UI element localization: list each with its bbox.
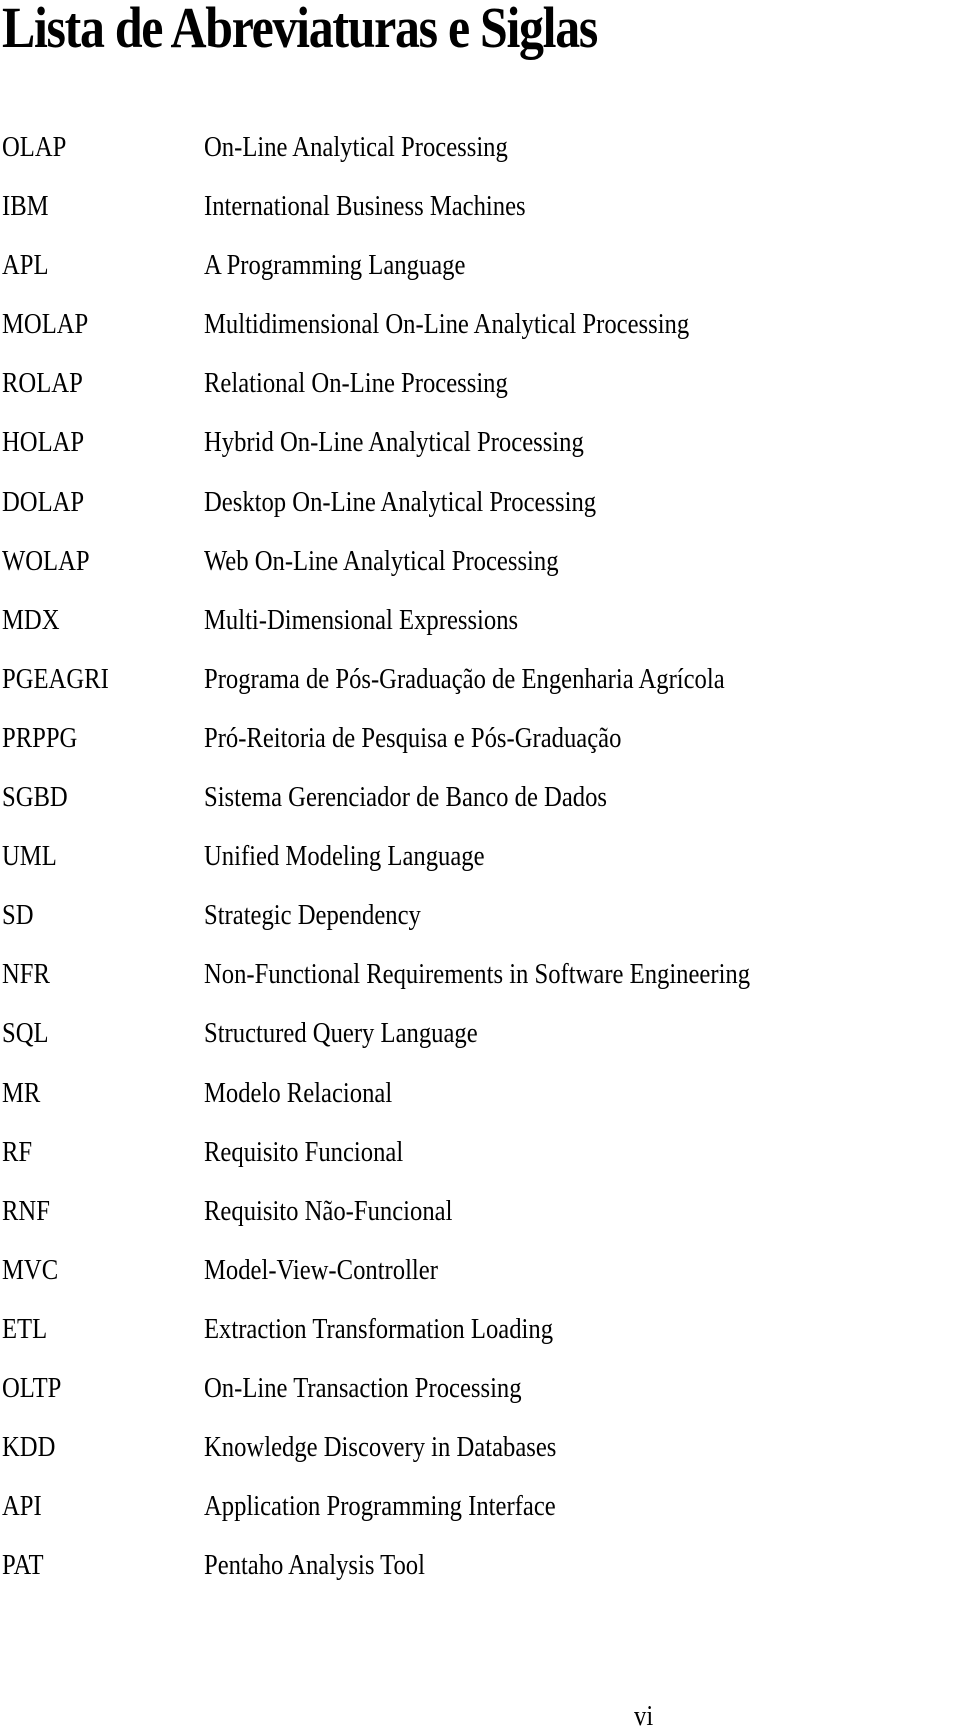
abbreviation-row: IBM International Business Machines xyxy=(0,190,960,249)
abbreviation-acronym: MDX xyxy=(2,604,60,636)
abbreviation-meaning: Multi-Dimensional Expressions xyxy=(204,604,519,636)
abbreviation-meaning: International Business Machines xyxy=(204,191,526,223)
abbreviation-acronym: UML xyxy=(2,841,57,873)
abbreviation-acronym: RF xyxy=(2,1136,33,1168)
abbreviation-meaning: Requisito Funcional xyxy=(204,1136,404,1168)
abbreviation-acronym: MR xyxy=(2,1077,41,1109)
abbreviation-acronym: RNF xyxy=(2,1195,50,1227)
abbreviation-row: ROLAP Relational On-Line Processing xyxy=(0,367,960,426)
abbreviation-meaning: Knowledge Discovery in Databases xyxy=(204,1432,557,1464)
abbreviation-meaning: Desktop On-Line Analytical Processing xyxy=(204,486,597,518)
abbreviation-row: MOLAP Multidimensional On-Line Analytical… xyxy=(0,308,960,367)
abbreviation-acronym: PGEAGRI xyxy=(2,663,109,695)
abbreviation-row: OLAP On-Line Analytical Processing xyxy=(0,131,960,190)
abbreviation-row: APL A Programming Language xyxy=(0,249,960,308)
abbreviation-meaning: Multidimensional On-Line Analytical Proc… xyxy=(204,309,690,341)
abbreviation-meaning: Hybrid On-Line Analytical Processing xyxy=(204,427,584,459)
abbreviation-row: NFR Non-Functional Requirements in Softwa… xyxy=(0,958,960,1017)
abbreviation-row: SQL Structured Query Language xyxy=(0,1017,960,1076)
abbreviation-row: MDX Multi-Dimensional Expressions xyxy=(0,604,960,663)
abbreviation-meaning: On-Line Analytical Processing xyxy=(204,132,508,163)
abbreviation-meaning: Unified Modeling Language xyxy=(204,841,485,873)
abbreviation-row: RNF Requisito Não-Funcional xyxy=(0,1195,960,1254)
abbreviation-acronym: SQL xyxy=(2,1018,49,1050)
abbreviation-row: WOLAP Web On-Line Analytical Processing xyxy=(0,545,960,604)
abbreviation-row: PRPPG Pró-Reitoria de Pesquisa e Pós-Grad… xyxy=(0,722,960,781)
abbreviation-row: KDD Knowledge Discovery in Databases xyxy=(0,1431,960,1490)
abbreviation-meaning: Sistema Gerenciador de Banco de Dados xyxy=(204,782,607,814)
abbreviation-meaning: A Programming Language xyxy=(204,250,466,282)
abbreviation-acronym: MVC xyxy=(2,1254,59,1286)
abbreviation-meaning: Non-Functional Requirements in Software … xyxy=(204,959,751,991)
abbreviation-row: MVC Model-View-Controller xyxy=(0,1254,960,1313)
abbreviation-meaning: Requisito Não-Funcional xyxy=(204,1195,453,1227)
abbreviation-acronym: MOLAP xyxy=(2,309,89,341)
abbreviation-acronym: PAT xyxy=(2,1550,44,1582)
abbreviation-row: ETL Extraction Transformation Loading xyxy=(0,1313,960,1372)
abbreviation-acronym: KDD xyxy=(2,1432,56,1464)
abbreviation-acronym: NFR xyxy=(2,959,50,991)
abbreviation-row: OLTP On-Line Transaction Processing xyxy=(0,1372,960,1431)
abbreviation-row: HOLAP Hybrid On-Line Analytical Processin… xyxy=(0,426,960,485)
abbreviation-acronym: OLTP xyxy=(2,1372,62,1404)
abbreviation-meaning: Relational On-Line Processing xyxy=(204,368,508,400)
abbreviation-acronym: PRPPG xyxy=(2,722,78,754)
abbreviation-row: PGEAGRI Programa de Pós-Graduação de Enge… xyxy=(0,663,960,722)
page-number: vi xyxy=(634,1701,654,1732)
abbreviation-row: UML Unified Modeling Language xyxy=(0,840,960,899)
abbreviation-acronym: OLAP xyxy=(2,132,67,163)
abbreviation-meaning: Strategic Dependency xyxy=(204,900,421,932)
abbreviation-row: SGBD Sistema Gerenciador de Banco de Dado… xyxy=(0,781,960,840)
abbreviation-row: MR Modelo Relacional xyxy=(0,1077,960,1136)
abbreviation-row: API Application Programming Interface xyxy=(0,1490,960,1549)
abbreviation-meaning: Extraction Transformation Loading xyxy=(204,1313,554,1345)
abbreviation-meaning: Web On-Line Analytical Processing xyxy=(204,545,559,577)
abbreviation-acronym: ETL xyxy=(2,1313,48,1345)
abbreviation-acronym: WOLAP xyxy=(2,545,90,577)
abbreviation-acronym: IBM xyxy=(2,191,49,223)
abbreviation-row: SD Strategic Dependency xyxy=(0,899,960,958)
abbreviation-list: OLAP On-Line Analytical Processing IBM Int… xyxy=(0,131,960,1608)
abbreviation-meaning: Application Programming Interface xyxy=(204,1491,556,1523)
abbreviation-row: DOLAP Desktop On-Line Analytical Processi… xyxy=(0,486,960,545)
abbreviation-meaning: Programa de Pós-Graduação de Engenharia … xyxy=(204,663,725,695)
abbreviation-acronym: API xyxy=(2,1491,42,1523)
abbreviation-meaning: Model-View-Controller xyxy=(204,1254,438,1286)
abbreviation-meaning: Pró-Reitoria de Pesquisa e Pós-Graduação xyxy=(204,722,622,754)
abbreviation-row: PAT Pentaho Analysis Tool xyxy=(0,1549,960,1608)
abbreviation-acronym: DOLAP xyxy=(2,486,85,518)
abbreviation-acronym: ROLAP xyxy=(2,368,83,400)
abbreviation-acronym: HOLAP xyxy=(2,427,85,459)
abbreviation-meaning: Modelo Relacional xyxy=(204,1077,393,1109)
abbreviation-acronym: APL xyxy=(2,250,49,282)
abbreviation-acronym: SGBD xyxy=(2,782,68,814)
abbreviation-row: RF Requisito Funcional xyxy=(0,1136,960,1195)
abbreviation-meaning: Pentaho Analysis Tool xyxy=(204,1550,425,1582)
abbreviation-acronym: SD xyxy=(2,900,34,932)
page-title: Lista de Abreviaturas e Siglas xyxy=(2,0,598,60)
abbreviation-meaning: On-Line Transaction Processing xyxy=(204,1372,522,1404)
abbreviation-meaning: Structured Query Language xyxy=(204,1018,478,1050)
